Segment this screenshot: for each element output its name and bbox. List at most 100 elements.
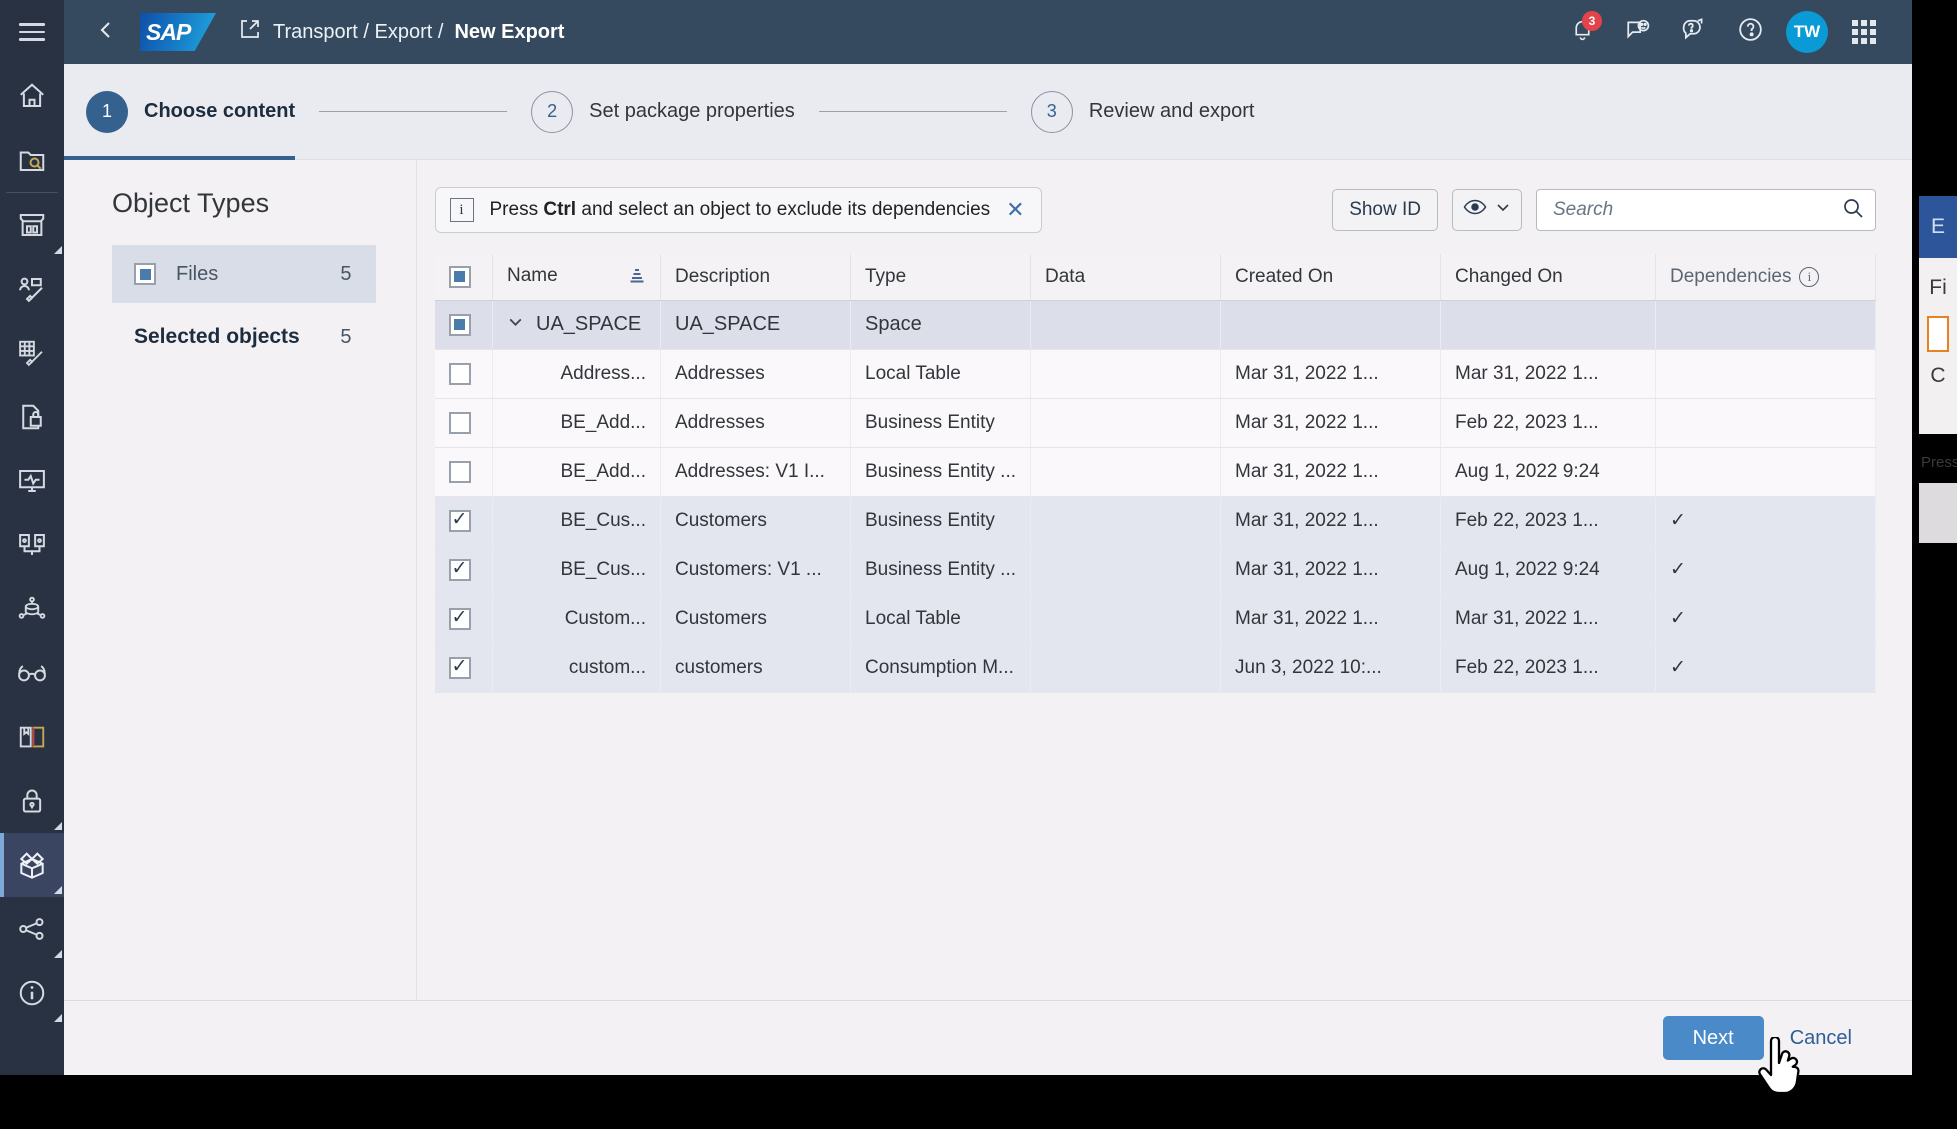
close-icon[interactable]: ✕ [1006,199,1024,221]
wizard-step-1[interactable]: 1 Choose content [64,64,296,160]
files-checkbox[interactable] [134,263,156,285]
background-dialog-line2: C [1930,364,1946,387]
table-row[interactable]: Custom... Customers Local Table Mar 31, … [434,594,1876,644]
row-checkbox[interactable] [448,411,471,434]
background-dialog-input[interactable] [1927,316,1949,352]
wizard-step-1-label: Choose content [144,100,296,122]
rail-item-data-builder[interactable] [0,257,64,321]
row-checkbox-cell[interactable] [434,398,493,448]
show-id-button[interactable]: Show ID [1332,189,1438,231]
wizard-step-1-number: 1 [86,90,128,133]
header-select-all[interactable] [434,254,493,301]
row-checkbox-cell[interactable] [434,496,493,546]
info-icon[interactable]: i [1799,266,1820,287]
search-input[interactable] [1553,199,1841,221]
row-dependencies: ✓ [1655,643,1876,693]
rail-item-connections[interactable] [0,513,64,577]
back-button[interactable] [84,10,128,54]
header-data[interactable]: Data [1030,254,1221,301]
avatar[interactable]: TW [1786,11,1828,53]
header-description[interactable]: Description [660,254,851,301]
row-checkbox[interactable] [448,362,471,385]
rail-item-business-builder[interactable] [0,321,64,385]
object-type-item-files[interactable]: Files 5 [112,245,376,303]
rail-item-data-sharing[interactable] [0,577,64,641]
rail-item-security[interactable] [0,769,64,833]
table-row[interactable]: BE_Add... Addresses Business Entity Mar … [434,398,1876,448]
share-node-icon [17,914,47,944]
table-row[interactable]: BE_Add... Addresses: V1 I... Business En… [434,447,1876,497]
chevron-left-icon [94,18,118,47]
sap-logo[interactable]: SAP [140,13,216,51]
rail-item-book[interactable] [0,705,64,769]
row-checkbox-cell[interactable] [434,643,493,693]
rail-item-home[interactable] [0,64,64,128]
row-checkbox[interactable] [448,558,471,581]
question-chat-button[interactable] [1670,8,1718,56]
table-row[interactable]: Address... Addresses Local Table Mar 31,… [434,349,1876,399]
notifications-button[interactable]: 3 [1558,8,1606,56]
row-changed: Aug 1, 2022 9:24 [1440,545,1656,595]
search-icon[interactable] [1841,196,1865,225]
group-sort-icon[interactable] [628,267,646,289]
table-group-row[interactable]: UA_SPACE UA_SPACE Space [434,300,1876,350]
row-checkbox[interactable] [448,656,471,679]
table-row[interactable]: BE_Cus... Customers: V1 ... Business Ent… [434,545,1876,595]
chevron-down-icon[interactable] [507,313,524,336]
group-data [1030,300,1221,350]
row-name: BE_Add... [492,447,661,497]
selected-objects-label: Selected objects [134,325,300,348]
next-button[interactable]: Next [1662,1016,1764,1060]
row-dependencies [1655,447,1876,497]
hamburger-menu-button[interactable] [0,0,64,64]
wizard-step-2[interactable]: 2 Set package properties [531,64,795,159]
rail-item-system-monitor[interactable] [0,449,64,513]
row-checkbox-cell[interactable] [434,447,493,497]
row-checkbox-cell[interactable] [434,349,493,399]
rail-item-file-lock[interactable] [0,385,64,449]
rail-item-info[interactable] [0,961,64,1025]
row-dependencies [1655,398,1876,448]
table-row[interactable]: BE_Cus... Customers Business Entity Mar … [434,496,1876,546]
home-icon [17,81,47,111]
rail-item-transport[interactable] [0,833,64,897]
header-name[interactable]: Name [492,254,661,301]
row-type: Local Table [850,594,1031,644]
table-row[interactable]: custom... customers Consumption M... Jun… [434,643,1876,693]
object-types-title: Object Types [112,188,270,218]
group-description: UA_SPACE [660,300,851,350]
group-created [1220,300,1441,350]
header-dependencies[interactable]: Dependencies i [1655,254,1876,301]
row-created: Mar 31, 2022 1... [1220,496,1441,546]
notification-badge: 3 [1582,11,1602,31]
header-changed-on[interactable]: Changed On [1440,254,1656,301]
feedback-button[interactable] [1614,8,1662,56]
row-checkbox-cell[interactable] [434,545,493,595]
group-checkbox-cell[interactable] [434,300,493,350]
wizard-step-3[interactable]: 3 Review and export [1030,64,1254,159]
connections-icon [17,530,47,560]
rail-item-share[interactable] [0,897,64,961]
search-field[interactable] [1536,189,1876,231]
header-type[interactable]: Type [850,254,1031,301]
header-created-on[interactable]: Created On [1220,254,1441,301]
store-icon [17,210,47,240]
row-checkbox[interactable] [448,509,471,532]
table-header: Name Description Type Data Created On Ch… [434,254,1876,301]
app-grid-button[interactable] [1840,8,1888,56]
rail-item-store[interactable] [0,193,64,257]
cancel-button[interactable]: Cancel [1790,1016,1852,1060]
group-checkbox[interactable] [448,313,471,336]
help-button[interactable] [1726,8,1774,56]
view-settings-button[interactable] [1452,189,1522,231]
rail-item-catalog[interactable] [0,128,64,192]
business-builder-icon [17,338,47,368]
row-created: Mar 31, 2022 1... [1220,447,1441,497]
objects-table: Name Description Type Data Created On Ch… [434,254,1876,693]
row-checkbox-cell[interactable] [434,594,493,644]
row-checkbox[interactable] [448,460,471,483]
row-checkbox[interactable] [448,607,471,630]
rail-item-glasses[interactable] [0,641,64,705]
group-dependencies [1655,300,1876,350]
select-all-checkbox[interactable] [448,265,471,288]
